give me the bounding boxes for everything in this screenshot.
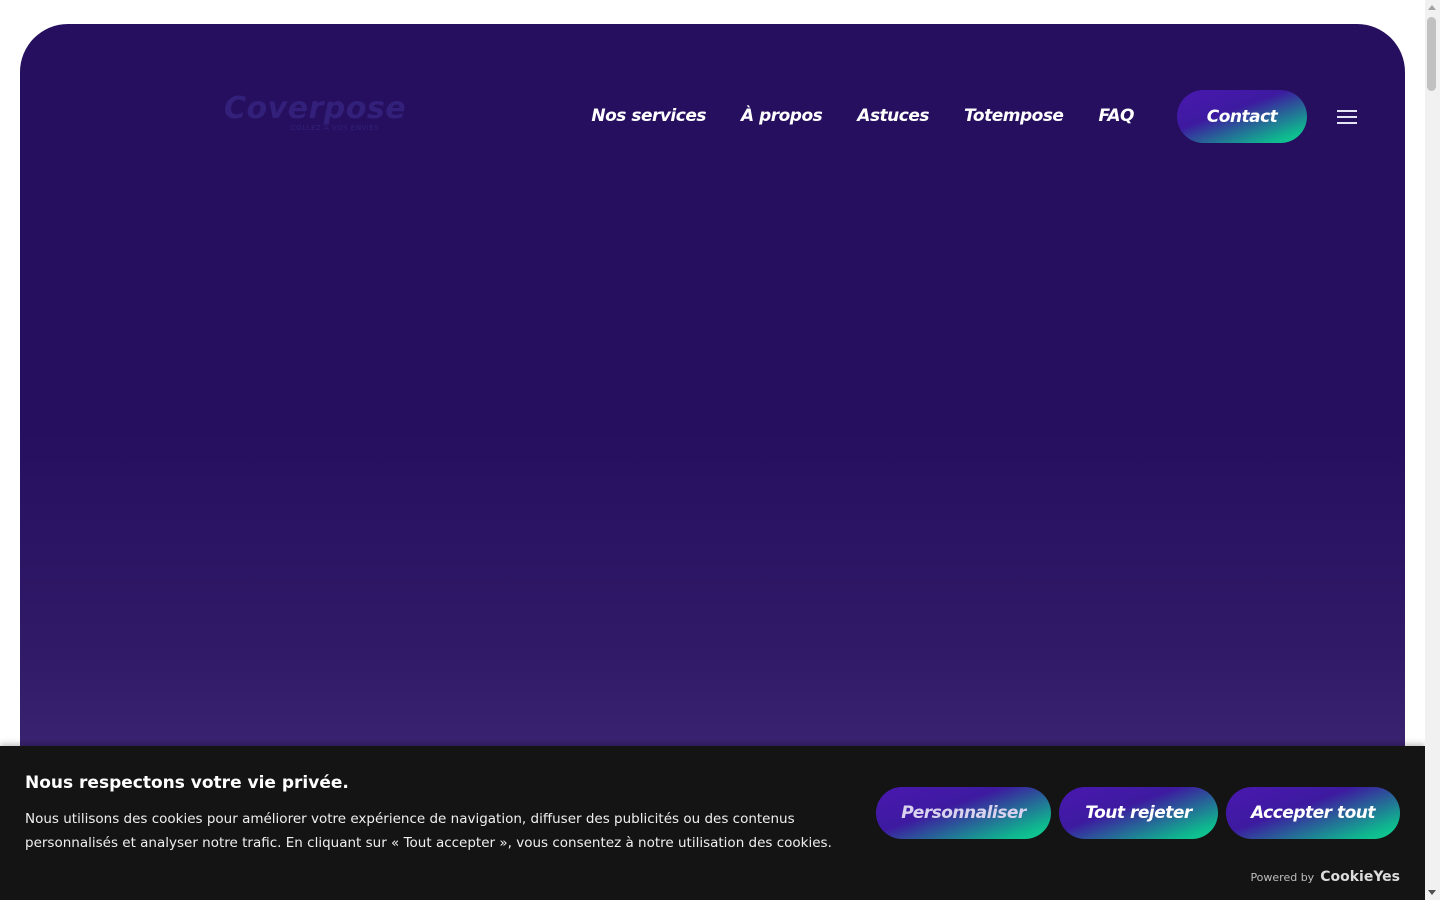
scroll-up-arrow-icon[interactable] <box>1428 5 1436 10</box>
scroll-down-arrow-icon[interactable] <box>1428 890 1436 895</box>
logo-wordmark: Coverpose <box>223 91 407 126</box>
cookieyes-logo[interactable]: CookieYes <box>1320 869 1400 885</box>
hamburger-line <box>1337 116 1357 118</box>
cookie-banner: Nous respectons votre vie privée. Nous u… <box>0 746 1425 900</box>
reject-all-button[interactable]: Tout rejeter <box>1059 787 1218 839</box>
cookie-banner-title: Nous respectons votre vie privée. <box>25 773 349 793</box>
powered-by-label: Powered by <box>1250 871 1315 884</box>
page: Coverpose COLLEZ À VOS ENVIES Nos servic… <box>0 0 1440 900</box>
nav-link-about[interactable]: À propos <box>741 106 823 126</box>
scrollbar-thumb[interactable] <box>1427 17 1436 91</box>
nav-link-totempose[interactable]: Totempose <box>964 106 1064 126</box>
customize-cookies-button[interactable]: Personnaliser <box>876 787 1051 839</box>
powered-by: Powered by CookieYes <box>1250 869 1400 885</box>
cookie-banner-text: Nous utilisons des cookies pour améliore… <box>25 811 832 851</box>
hamburger-line <box>1337 122 1357 124</box>
site-logo[interactable]: Coverpose COLLEZ À VOS ENVIES <box>220 92 410 142</box>
main-nav: Nos services À propos Astuces Totempose … <box>591 90 1134 142</box>
contact-button[interactable]: Contact <box>1177 90 1307 143</box>
nav-link-tips[interactable]: Astuces <box>857 106 929 126</box>
nav-link-services[interactable]: Nos services <box>591 106 706 126</box>
hamburger-menu-icon[interactable] <box>1337 106 1359 126</box>
hamburger-line <box>1337 110 1357 112</box>
vertical-scrollbar[interactable] <box>1425 0 1440 900</box>
nav-link-faq[interactable]: FAQ <box>1098 106 1134 126</box>
accept-all-button[interactable]: Accepter tout <box>1226 787 1400 839</box>
